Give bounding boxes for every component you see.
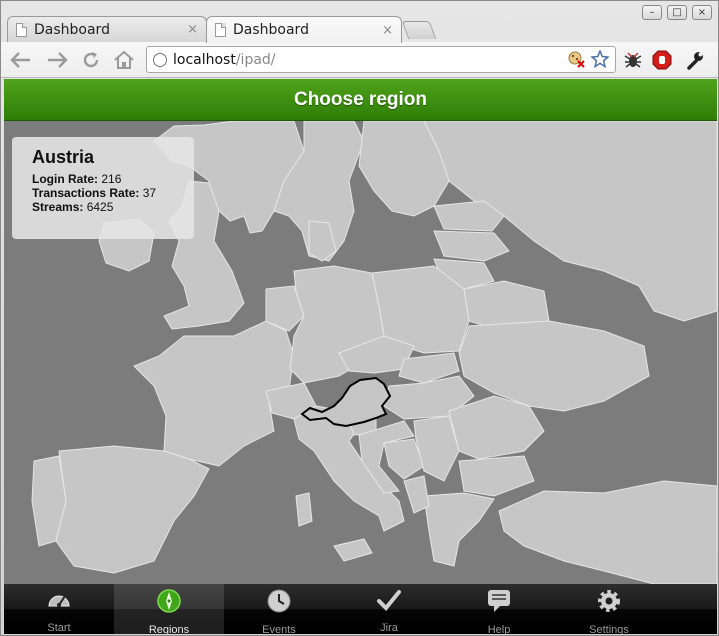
region-bulgaria[interactable] [458,455,535,497]
checkmark-icon [376,588,402,612]
speedometer-icon [46,588,72,612]
login-rate-label: Login Rate: [32,172,98,186]
bookmark-star-icon[interactable] [591,50,609,68]
region-ukraine[interactable] [458,320,650,412]
tab-label: Help [487,624,511,634]
tab-events[interactable]: Events [224,584,334,634]
tab-title: Dashboard [34,21,110,38]
bottom-tab-bar: Start Regions Events Jira Help Settings [4,584,717,634]
url-path: /ipad/ [235,51,276,68]
tab-settings[interactable]: Settings [554,584,664,634]
reload-icon [83,52,99,68]
region-name: Austria [32,147,95,167]
back-arrow-icon [10,52,30,68]
page-icon [16,22,27,37]
back-button[interactable] [9,48,33,72]
streams-label: Streams: [32,200,84,214]
streams-row: Streams: 6425 [32,200,174,214]
tab-jira[interactable]: Jira [334,584,444,634]
stop-hand-icon [652,50,672,70]
browser-tab-1[interactable]: Dashboard × [7,16,207,42]
home-button[interactable] [112,48,136,72]
region-sicily[interactable] [333,538,373,562]
new-tab-button[interactable] [401,21,437,39]
tab-help[interactable]: Help [444,584,554,634]
maximize-button[interactable]: □ [667,5,687,20]
bug-icon [624,52,642,68]
page-icon [215,23,226,37]
tab-label: Events [262,624,296,634]
tab-regions[interactable]: Regions [114,584,224,634]
tab-strip: Dashboard × Dashboard × – □ × [1,1,718,43]
tab-start[interactable]: Start [4,584,114,634]
clock-icon [266,588,292,614]
forward-button[interactable] [45,48,69,72]
url-host: localhost [173,51,236,68]
browser-window: Dashboard × Dashboard × – □ × localhost [0,0,719,636]
streams-value: 6425 [86,200,114,214]
web-page: Choose region Austria Login Rate: 216 Tr… [4,79,717,634]
region-latvia[interactable] [433,230,510,262]
tab-close-icon[interactable]: × [187,22,198,37]
europe-map[interactable]: Austria Login Rate: 216 Transactions Rat… [4,121,717,584]
home-icon [114,50,134,69]
header-bar: Choose region [4,79,717,121]
browser-toolbar: localhost /ipad/ [1,42,718,78]
forward-arrow-icon [48,52,68,68]
region-austria-selected[interactable] [300,376,392,428]
close-window-button[interactable]: × [692,5,712,20]
tab-label: Regions [148,624,190,634]
tab-close-icon[interactable]: × [382,23,393,38]
minimize-button[interactable]: – [642,5,662,20]
browser-tab-2[interactable]: Dashboard × [206,16,402,43]
wrench-icon [687,52,703,70]
region-albania[interactable] [403,475,430,514]
speech-bubble-icon [486,588,512,614]
region-spain[interactable] [55,445,210,574]
transactions-rate-value: 37 [142,186,157,200]
login-rate-value: 216 [101,172,122,186]
address-bar[interactable]: localhost /ipad/ [146,46,616,73]
adblock-button[interactable] [650,48,674,72]
settings-wrench-button[interactable] [683,48,707,72]
tab-title: Dashboard [233,22,309,38]
gear-icon [596,588,622,614]
cookie-blocked-icon[interactable] [567,50,585,68]
page-title: Choose region [293,88,427,110]
globe-icon [153,52,167,67]
region-greece[interactable] [423,492,495,567]
address-bar-icons [567,50,609,68]
extension-bug-button[interactable] [621,48,645,72]
region-info-panel: Austria Login Rate: 216 Transactions Rat… [12,137,194,239]
login-rate-row: Login Rate: 216 [32,172,174,186]
tab-label: Start [47,622,71,634]
tab-label: Settings [589,624,629,634]
tab-label: Jira [380,622,398,634]
compass-icon [156,588,182,614]
region-sardinia[interactable] [295,492,313,527]
transactions-rate-label: Transactions Rate: [32,186,140,200]
transactions-rate-row: Transactions Rate: 37 [32,186,174,200]
reload-button[interactable] [79,48,103,72]
region-turkey[interactable] [498,480,717,584]
